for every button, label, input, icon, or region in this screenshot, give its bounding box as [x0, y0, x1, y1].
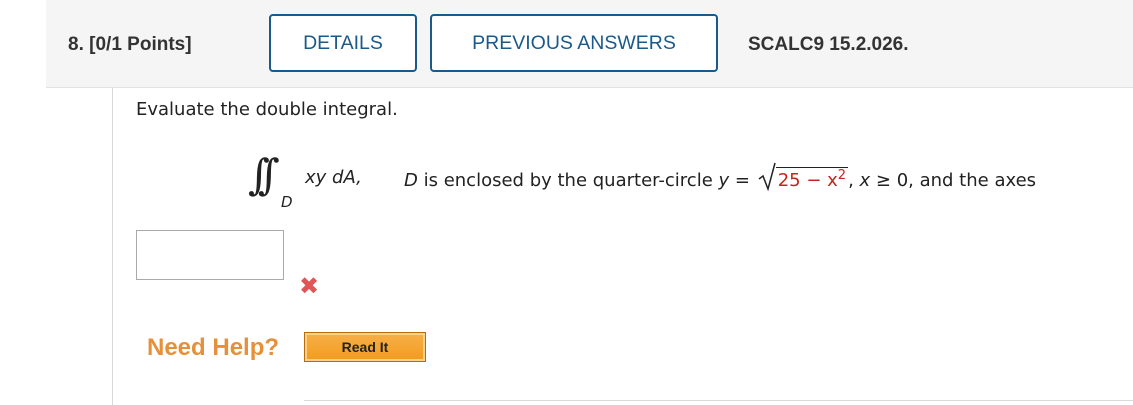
read-it-button[interactable]: Read It: [304, 332, 426, 362]
radical-icon: [758, 162, 776, 192]
bottom-divider: [304, 400, 1133, 401]
need-help-label: Need Help?: [147, 334, 280, 361]
reference-code: SCALC9 15.2.026.: [748, 34, 909, 55]
details-button[interactable]: DETAILS: [269, 14, 417, 72]
question-header: 8. [0/1 Points] DETAILS PREVIOUS ANSWERS…: [46, 0, 1133, 88]
double-integral-symbol: ∫∫: [248, 150, 280, 199]
square-root: 25 − x2: [758, 162, 849, 192]
answer-input[interactable]: [136, 230, 284, 280]
previous-answers-button[interactable]: PREVIOUS ANSWERS: [430, 14, 718, 72]
integrand: xy dA,: [305, 167, 362, 188]
incorrect-x-icon: ✖: [299, 272, 320, 300]
region-description: D is enclosed by the quarter-circle y = …: [404, 162, 1036, 192]
content-divider: [112, 88, 113, 405]
integral-subscript: D: [281, 193, 293, 211]
question-prompt: Evaluate the double integral.: [136, 99, 398, 120]
question-title: 8. [0/1 Points]: [68, 34, 192, 55]
